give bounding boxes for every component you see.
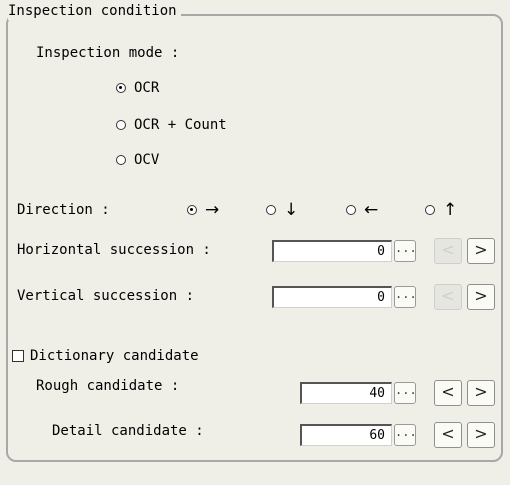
mode-option-label: OCR <box>134 80 160 96</box>
arrow-left-icon: ← <box>364 200 379 220</box>
mode-radio-ocv[interactable]: OCV <box>116 151 159 169</box>
direction-radio-up[interactable]: ↑ <box>425 201 457 219</box>
vertical-succession-decrement-button[interactable]: < <box>434 284 462 310</box>
rough-candidate-decrement-button[interactable]: < <box>434 380 462 406</box>
vertical-succession-input[interactable]: 0 <box>272 286 392 308</box>
mode-radio-ocr[interactable]: OCR <box>116 79 159 97</box>
detail-candidate-more-button[interactable]: ... <box>394 424 417 446</box>
inspection-mode-label: Inspection mode : <box>36 45 180 61</box>
radio-selected-icon <box>116 83 126 93</box>
detail-candidate-increment-button[interactable]: > <box>467 422 495 448</box>
detail-candidate-label: Detail candidate : <box>52 423 204 439</box>
radio-selected-icon <box>187 205 197 215</box>
rough-candidate-more-button[interactable]: ... <box>394 382 417 404</box>
radio-unselected-icon <box>116 120 126 130</box>
group-title: Inspection condition <box>8 2 181 20</box>
mode-option-label: OCV <box>134 152 160 168</box>
rough-candidate-label: Rough candidate : <box>36 378 180 394</box>
arrow-up-icon: ↑ <box>443 200 458 220</box>
dictionary-candidate-label: Dictionary candidate <box>30 348 199 364</box>
horizontal-succession-label: Horizontal succession : <box>17 242 211 258</box>
direction-label: Direction : <box>17 202 110 218</box>
settings-panel: Inspection condition Inspection mode : O… <box>0 0 510 485</box>
mode-radio-ocr-count[interactable]: OCR + Count <box>116 116 227 134</box>
radio-unselected-icon <box>425 205 435 215</box>
rough-candidate-increment-button[interactable]: > <box>467 380 495 406</box>
vertical-succession-increment-button[interactable]: > <box>467 284 495 310</box>
horizontal-succession-decrement-button[interactable]: < <box>434 238 462 264</box>
arrow-right-icon: → <box>205 200 220 220</box>
rough-candidate-input[interactable]: 40 <box>300 382 392 404</box>
arrow-down-icon: ↓ <box>284 200 299 220</box>
detail-candidate-input[interactable]: 60 <box>300 424 392 446</box>
radio-unselected-icon <box>346 205 356 215</box>
mode-option-label: OCR + Count <box>134 117 227 133</box>
direction-radio-down[interactable]: ↓ <box>266 201 298 219</box>
horizontal-succession-more-button[interactable]: ... <box>394 240 417 262</box>
direction-radio-left[interactable]: ← <box>346 201 378 219</box>
horizontal-succession-input[interactable]: 0 <box>272 240 392 262</box>
horizontal-succession-increment-button[interactable]: > <box>467 238 495 264</box>
radio-unselected-icon <box>116 155 126 165</box>
detail-candidate-decrement-button[interactable]: < <box>434 422 462 448</box>
dictionary-candidate-checkbox[interactable] <box>12 350 24 362</box>
direction-radio-right[interactable]: → <box>187 201 219 219</box>
vertical-succession-label: Vertical succession : <box>17 288 195 304</box>
vertical-succession-more-button[interactable]: ... <box>394 286 417 308</box>
radio-unselected-icon <box>266 205 276 215</box>
